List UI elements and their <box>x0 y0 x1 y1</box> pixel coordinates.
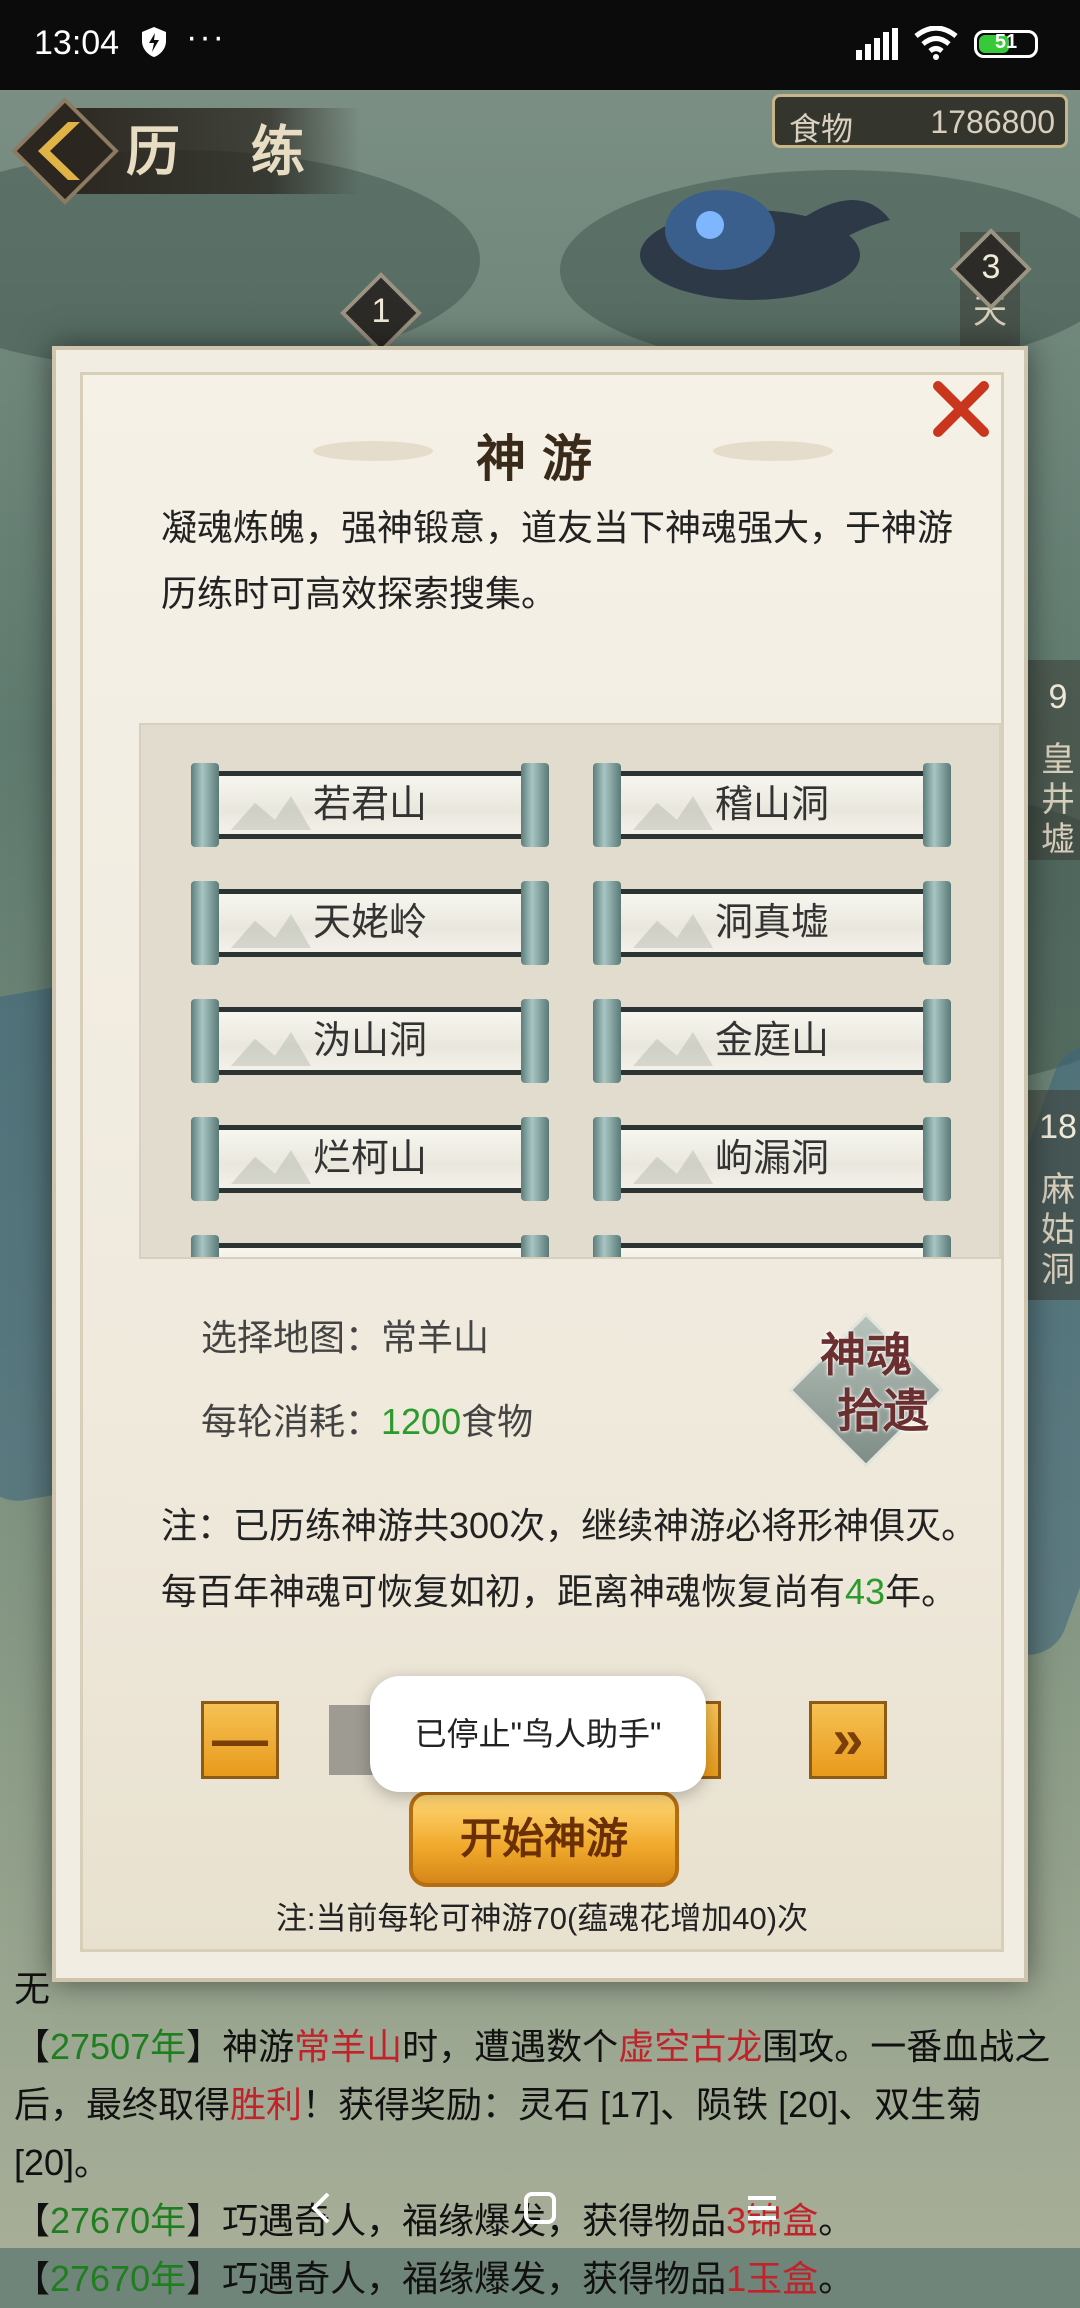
log-entry: 【27507年】神游常羊山时，遭遇数个虚空古龙围攻。一番血战之后，最终取得胜利！… <box>14 2026 1051 2183</box>
selected-map-value: 常羊山 <box>381 1317 490 1358</box>
map-button[interactable]: 岣漏洞 <box>593 1117 951 1201</box>
navigation-bar <box>0 2170 1080 2248</box>
status-bar: 13:04 ··· 51 <box>0 0 1080 90</box>
more-icon: ··· <box>186 18 226 56</box>
home-nav-icon[interactable] <box>520 2188 560 2228</box>
map-button[interactable]: 稽山洞 <box>593 763 951 847</box>
back-button[interactable] <box>10 96 120 206</box>
battle-log: 无 【27507年】神游常羊山时，遭遇数个虚空古龙围攻。一番血战之后，最终取得胜… <box>14 1960 1074 2308</box>
dialog-title: 神游 <box>476 429 608 488</box>
map-button[interactable]: 洞真墟 <box>593 881 951 965</box>
badge-line1: 神魂 <box>820 1328 912 1382</box>
map-node-9-name: 皇井墟 <box>1041 741 1075 859</box>
food-value: 1786800 <box>930 104 1055 140</box>
toast-message: 已停止"鸟人助手" <box>370 1676 706 1792</box>
map-node-3-num: 3 <box>981 248 1001 286</box>
map-button[interactable]: 沩山洞 <box>191 999 549 1083</box>
travel-footnote: 注:当前每轮可神游70(蕴魂花增加40)次 <box>275 1901 809 1936</box>
map-button-label: 烂柯山 <box>312 1138 427 1180</box>
map-list[interactable]: 若君山 稽山洞 天姥岭 洞真墟 沩山洞 金庭山 烂柯山 岣漏洞 <box>139 723 1001 1259</box>
beast-creature <box>640 190 890 300</box>
map-button-label: 天姥岭 <box>312 902 427 944</box>
selected-map-row: 选择地图：常羊山 <box>201 1309 489 1361</box>
status-time: 13:04 <box>34 24 120 62</box>
map-button-label: 若君山 <box>312 784 427 826</box>
wifi-icon <box>914 26 958 60</box>
shield-icon <box>142 27 166 57</box>
map-button-label: 洞真墟 <box>714 902 829 944</box>
map-button-label: 岣漏洞 <box>714 1138 829 1180</box>
map-button[interactable]: 烂柯山 <box>191 1117 549 1201</box>
travel-note: 注：已历练神游共300次，继续神游必将形神俱灭。每百年神魂可恢复如初，距离神魂恢… <box>161 1505 978 1612</box>
badge-line2: 拾遗 <box>837 1384 929 1438</box>
map-button-label: 金庭山 <box>714 1020 829 1062</box>
log-entry: 【27670年】巧遇奇人，福缘爆发，获得物品1玉盒。 <box>14 2258 855 2299</box>
recovery-years: 43 <box>845 1571 886 1612</box>
close-icon[interactable] <box>930 378 992 440</box>
map-button[interactable]: 若君山 <box>191 763 549 847</box>
battery-level: 51 <box>994 31 1018 53</box>
max-button[interactable]: » <box>809 1701 887 1779</box>
map-button-partial[interactable] <box>191 1235 549 1257</box>
start-travel-button[interactable]: 开始神游 <box>409 1791 679 1887</box>
cost-label: 每轮消耗： <box>201 1401 382 1442</box>
minus-button[interactable]: — <box>201 1701 279 1779</box>
selected-map-label: 选择地图： <box>201 1317 382 1358</box>
battery-icon: 51 <box>974 30 1038 58</box>
food-counter: 食物 1786800 <box>772 94 1068 148</box>
dialog-intro: 凝魂炼魄，强神锻意，道友当下神魂强大，于神游历练时可高效探索搜集。 <box>161 507 954 614</box>
back-nav-icon[interactable] <box>302 2188 342 2228</box>
menu-nav-icon[interactable] <box>742 2188 782 2228</box>
map-button-label: 稽山洞 <box>714 784 829 826</box>
cost-unit: 食物 <box>461 1401 534 1442</box>
map-button[interactable]: 天姥岭 <box>191 881 549 965</box>
map-node-1-num: 1 <box>371 292 391 330</box>
cost-value: 1200 <box>381 1401 462 1442</box>
map-button-partial[interactable] <box>593 1235 951 1257</box>
map-button-label: 沩山洞 <box>312 1020 427 1062</box>
map-button[interactable]: 金庭山 <box>593 999 951 1083</box>
food-label: 食物 <box>789 111 854 147</box>
signal-icon <box>856 28 898 60</box>
soul-collect-button[interactable]: 神魂 拾遗 <box>788 1312 944 1468</box>
cost-row: 每轮消耗：1200食物 <box>201 1393 533 1445</box>
map-node-18-name: 麻姑洞 <box>1041 1171 1075 1289</box>
